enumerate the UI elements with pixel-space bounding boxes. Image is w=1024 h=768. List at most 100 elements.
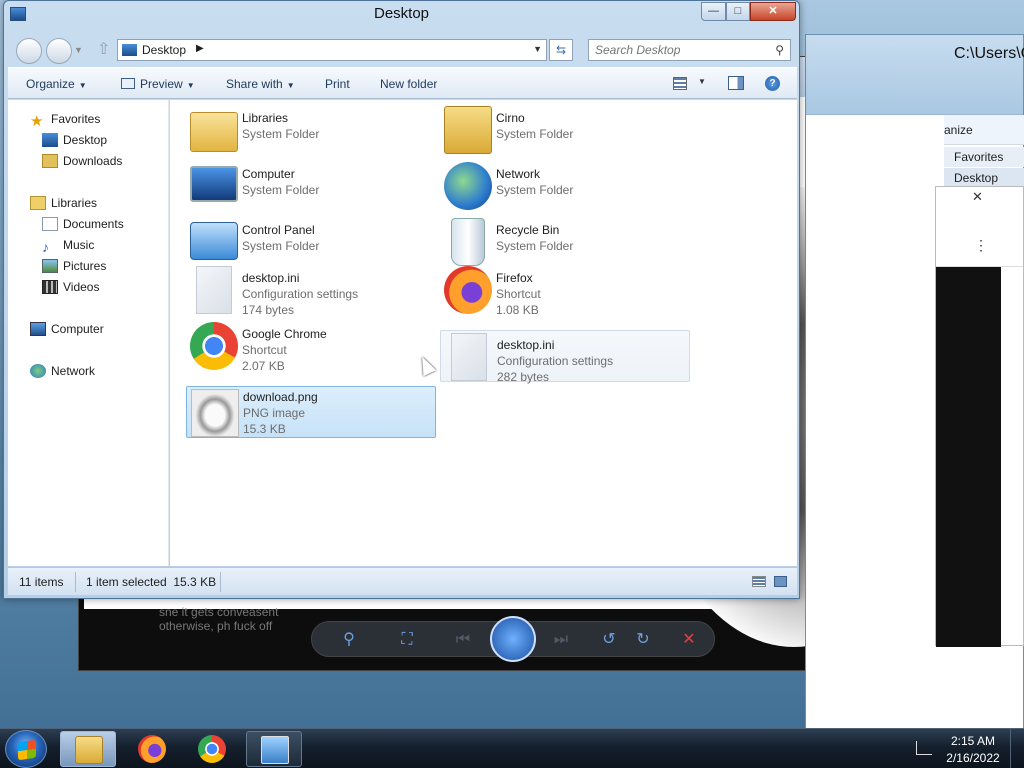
file-item[interactable]: Google Chrome Shortcut 2.07 KB xyxy=(186,320,436,373)
background-explorer-path: C:\Users\Ci xyxy=(954,45,1024,62)
previous-icon[interactable]: ⏮ xyxy=(450,628,476,652)
preview-label: Preview xyxy=(140,77,183,91)
rotate-right-icon[interactable]: ↻ xyxy=(630,628,656,652)
chevron-down-icon[interactable]: ▼ xyxy=(698,77,706,86)
taskbar-firefox-button[interactable] xyxy=(124,731,180,767)
search-icon[interactable]: ⚲ xyxy=(775,43,784,57)
zoom-icon[interactable]: ⚲ xyxy=(336,628,362,652)
file-item[interactable]: Firefox Shortcut 1.08 KB xyxy=(440,264,690,317)
kebab-menu-icon[interactable]: ⋮ xyxy=(974,237,988,254)
delete-icon[interactable]: ✕ xyxy=(676,628,702,652)
large-icons-view-icon[interactable] xyxy=(774,576,787,587)
nav-item-network[interactable]: Network xyxy=(30,364,95,382)
file-detail: 15.3 KB xyxy=(243,422,286,436)
file-detail: Shortcut xyxy=(242,343,287,357)
back-button[interactable] xyxy=(16,38,42,64)
chrome-popup-content xyxy=(936,267,1001,647)
background-favorites: Favorites xyxy=(944,147,1024,167)
forward-button[interactable] xyxy=(46,38,72,64)
nav-item-libraries[interactable]: Libraries xyxy=(30,196,97,214)
start-button[interactable] xyxy=(5,730,47,768)
refresh-button[interactable]: ⇆ xyxy=(549,39,573,61)
details-view-icon[interactable] xyxy=(752,576,766,587)
file-detail: 1.08 KB xyxy=(496,303,539,317)
chrome-icon xyxy=(198,735,226,763)
network-icon xyxy=(444,162,492,210)
libraries-icon xyxy=(190,112,238,152)
clock-time[interactable]: 2:15 AM xyxy=(948,734,998,748)
chrome-popup-window[interactable]: ✕ ⋮ xyxy=(935,186,1024,647)
organize-label: Organize xyxy=(26,77,75,91)
address-bar[interactable]: Desktop ▶ ▼ xyxy=(117,39,547,61)
search-input[interactable] xyxy=(595,43,765,57)
recent-pages-dropdown[interactable]: ▼ xyxy=(74,45,83,55)
file-detail: Shortcut xyxy=(496,287,541,301)
file-item[interactable]: Control Panel System Folder xyxy=(186,216,436,268)
file-item[interactable]: Recycle Bin System Folder xyxy=(440,216,690,268)
nav-item-pictures[interactable]: Pictures xyxy=(42,259,106,277)
file-item[interactable]: Computer System Folder xyxy=(186,160,436,212)
file-name: Google Chrome xyxy=(242,327,327,341)
nav-item-desktop[interactable]: Desktop xyxy=(42,133,107,151)
nav-item-downloads[interactable]: Downloads xyxy=(42,154,122,172)
nav-item-music[interactable]: ♪ Music xyxy=(42,238,94,256)
slideshow-button[interactable] xyxy=(490,616,536,662)
music-icon: ♪ xyxy=(42,239,49,255)
close-icon[interactable]: ✕ xyxy=(972,189,983,205)
minimize-button[interactable]: — xyxy=(701,2,726,21)
address-location[interactable]: Desktop xyxy=(142,43,186,57)
command-bar: Organize ▼ Preview ▼ Share with ▼ Print New… xyxy=(8,67,797,99)
nav-item-favorites[interactable]: ★ Favorites xyxy=(30,112,100,130)
file-item[interactable]: desktop.ini Configuration settings 174 byt… xyxy=(186,264,436,317)
file-detail: 2.07 KB xyxy=(242,359,285,373)
fit-icon[interactable]: ⛶ xyxy=(394,628,420,652)
nav-item-label: Favorites xyxy=(51,112,101,126)
file-detail: System Folder xyxy=(496,127,574,141)
photo-viewer-icon xyxy=(261,736,289,764)
show-desktop-button[interactable] xyxy=(1010,729,1024,768)
settings-file-icon xyxy=(451,333,487,381)
change-view-icon[interactable] xyxy=(673,77,687,90)
desktop-icon xyxy=(42,133,58,147)
search-box[interactable]: ⚲ xyxy=(588,39,791,61)
nav-item-documents[interactable]: Documents xyxy=(42,217,124,235)
share-with-button[interactable]: Share with ▼ xyxy=(226,77,295,91)
chevron-right-icon[interactable]: ▶ xyxy=(196,43,204,54)
clock-date[interactable]: 2/16/2022 xyxy=(944,751,1002,765)
rotate-left-icon[interactable]: ↺ xyxy=(596,628,622,652)
nav-item-videos[interactable]: Videos xyxy=(42,280,99,298)
maximize-button[interactable]: □ xyxy=(726,2,750,21)
videos-icon xyxy=(42,280,58,294)
new-folder-button[interactable]: New folder xyxy=(380,77,437,91)
nav-item-label: Desktop xyxy=(63,133,108,147)
preview-button[interactable]: Preview ▼ xyxy=(140,77,195,91)
taskbar-chrome-button[interactable] xyxy=(184,731,240,767)
file-item[interactable]: Libraries System Folder xyxy=(186,104,436,156)
next-icon[interactable]: ⏭ xyxy=(548,628,574,652)
taskbar: 2:15 AM 2/16/2022 xyxy=(0,728,1024,768)
firefox-icon xyxy=(444,266,492,314)
file-list: Libraries System Folder Cirno System Folder… xyxy=(170,100,797,566)
explorer-window: Desktop — □ ✕ ▼ ⇧ Desktop ▶ ▼ ⇆ ⚲ Organi… xyxy=(3,0,800,599)
file-item[interactable]: desktop.ini Configuration settings 282 byt… xyxy=(440,330,690,384)
preview-pane-icon[interactable] xyxy=(728,76,744,90)
network-tray-icon[interactable] xyxy=(916,741,932,755)
organize-button[interactable]: Organize ▼ xyxy=(26,77,87,91)
taskbar-photo-viewer-button[interactable] xyxy=(246,731,302,767)
firefox-icon xyxy=(138,735,166,763)
chevron-down-icon[interactable]: ▼ xyxy=(533,44,542,54)
close-button[interactable]: ✕ xyxy=(750,2,796,21)
print-button[interactable]: Print xyxy=(325,77,350,91)
file-detail: System Folder xyxy=(496,239,574,253)
help-icon[interactable]: ? xyxy=(765,76,780,91)
up-arrow-icon[interactable]: ⇧ xyxy=(97,39,110,59)
window-title: Desktop xyxy=(373,5,430,22)
divider xyxy=(75,572,76,592)
nav-item-label: Libraries xyxy=(51,196,98,210)
file-item[interactable]: Network System Folder xyxy=(440,160,690,212)
file-item[interactable]: Cirno System Folder xyxy=(440,104,690,156)
file-item[interactable]: download.png PNG image 15.3 KB xyxy=(186,386,436,438)
taskbar-explorer-button[interactable] xyxy=(60,731,116,767)
nav-item-computer[interactable]: Computer xyxy=(30,322,104,340)
photo-viewer-controls: ⚲ ⛶ ⏮ ⏭ ↺ ↻ ✕ xyxy=(311,616,715,662)
